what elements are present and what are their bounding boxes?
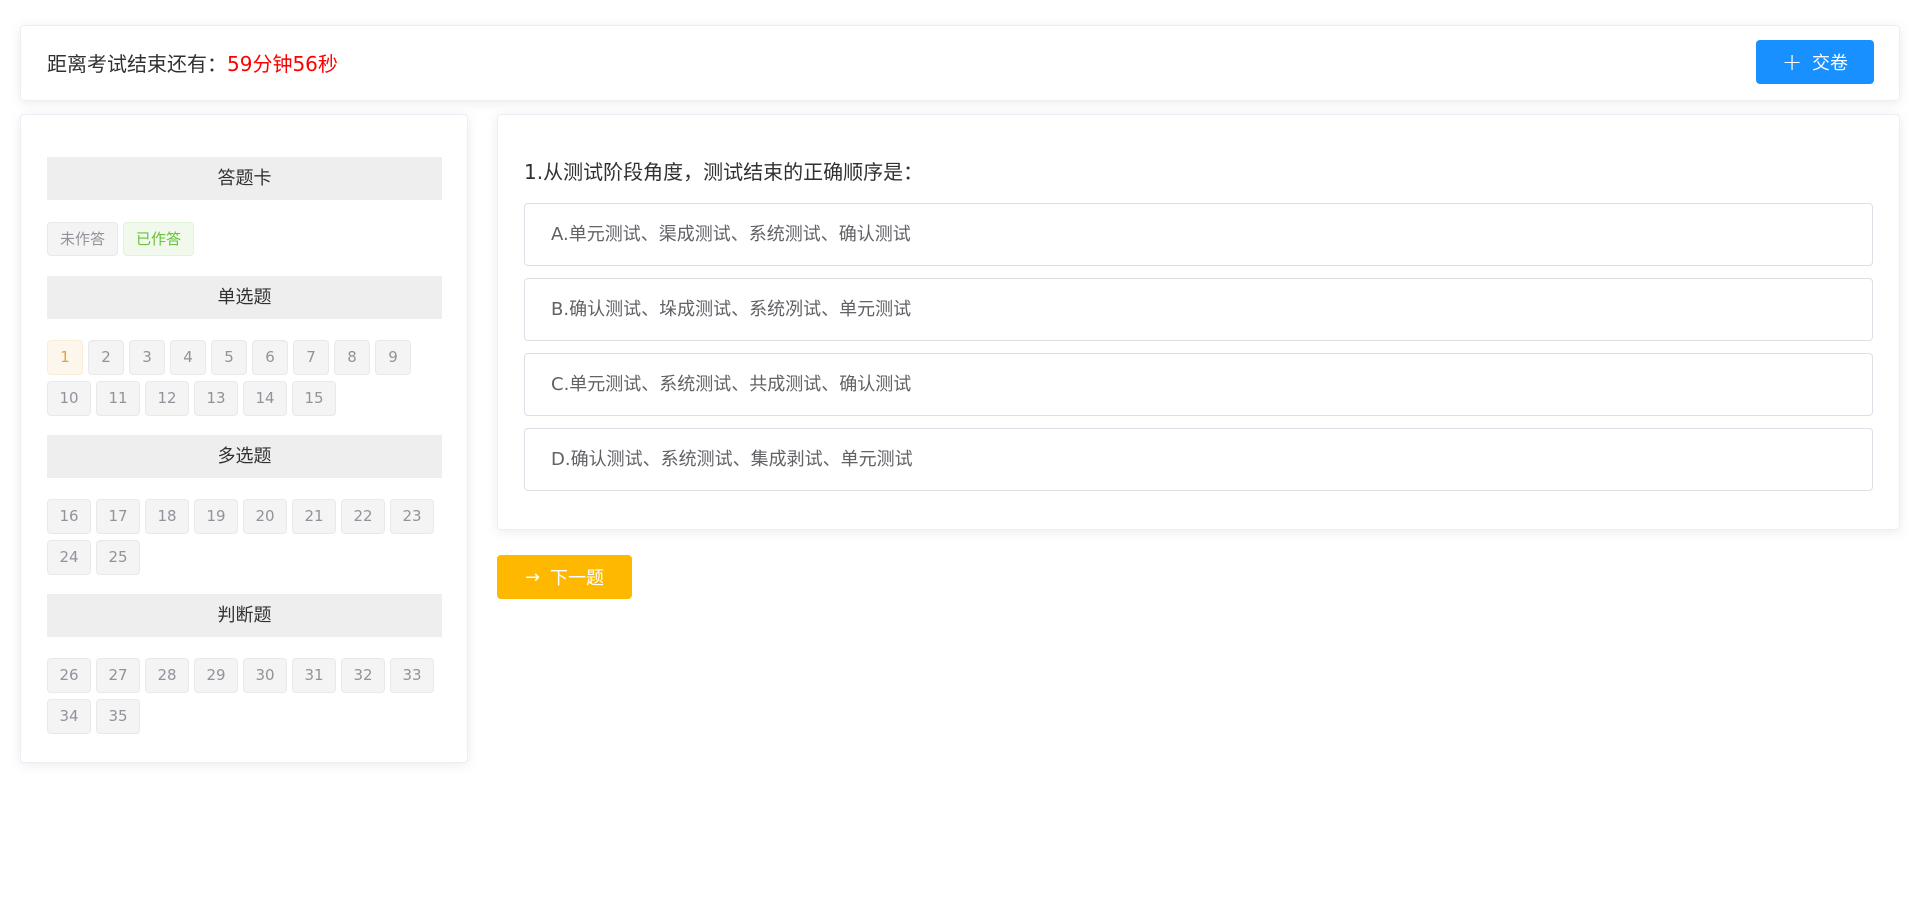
multiple-choice-title: 多选题: [47, 435, 442, 478]
question-number-button[interactable]: 23: [390, 499, 434, 534]
question-number-button[interactable]: 3: [129, 340, 165, 375]
question-text: 1.从测试阶段角度，测试结束的正确顺序是：: [524, 160, 924, 184]
arrow-right-icon: →: [524, 566, 541, 588]
question-number-button[interactable]: 24: [47, 540, 91, 575]
question-number-button[interactable]: 10: [47, 381, 91, 416]
submit-label: 交卷: [1812, 53, 1849, 74]
question-number-button[interactable]: 18: [145, 499, 189, 534]
question-number-button[interactable]: 17: [96, 499, 140, 534]
question-number-button[interactable]: 16: [47, 499, 91, 534]
legend-answered: 已作答: [123, 222, 195, 256]
judge-grid: 26 27 28 29 30 31 32 33 34 35: [47, 658, 442, 734]
exam-header: 距离考试结束还有：59分钟56秒 + 交卷: [20, 25, 1900, 101]
question-number-button[interactable]: 32: [341, 658, 385, 693]
question-number-button[interactable]: 28: [145, 658, 189, 693]
question-number-button[interactable]: 15: [292, 381, 336, 416]
question-number-button[interactable]: 7: [293, 340, 329, 375]
question-card: 1.从测试阶段角度，测试结束的正确顺序是： A.单元测试、渠成测试、系统测试、确…: [497, 114, 1900, 530]
option-b[interactable]: B.确认测试、垛成测试、系统冽试、单元测试: [524, 278, 1873, 341]
question-number-button[interactable]: 13: [194, 381, 238, 416]
question-number-button[interactable]: 30: [243, 658, 287, 693]
question-number-button[interactable]: 33: [390, 658, 434, 693]
question-number-button[interactable]: 26: [47, 658, 91, 693]
question-number-button[interactable]: 31: [292, 658, 336, 693]
question-number-button[interactable]: 19: [194, 499, 238, 534]
countdown-timer: 距离考试结束还有：59分钟56秒: [47, 26, 338, 102]
timer-value: 59分钟56秒: [227, 52, 338, 76]
question-number-button[interactable]: 27: [96, 658, 140, 693]
timer-label: 距离考试结束还有：: [47, 52, 227, 76]
question-number-button[interactable]: 1: [47, 340, 83, 375]
question-number-button[interactable]: 25: [96, 540, 140, 575]
question-number-button[interactable]: 9: [375, 340, 411, 375]
question-number-button[interactable]: 4: [170, 340, 206, 375]
answer-card: 答题卡 未作答 已作答 单选题 1 2 3 4 5 6 7 8 9 10 11 12 13 14 15 多选…: [20, 114, 468, 763]
question-number-button[interactable]: 6: [252, 340, 288, 375]
exam-page: 距离考试结束还有：59分钟56秒 + 交卷 答题卡 未作答 已作答 单选题 12…: [0, 0, 1915, 900]
next-question-button[interactable]: → 下一题: [497, 555, 632, 599]
question-number-button[interactable]: 2: [88, 340, 124, 375]
multiple-choice-grid: 16 17 18 19 20 21 22 23 24 25: [47, 499, 442, 575]
next-label: 下一题: [550, 568, 605, 589]
legend-unanswered: 未作答: [47, 222, 119, 256]
question-number-button[interactable]: 22: [341, 499, 385, 534]
question-number-button[interactable]: 12: [145, 381, 189, 416]
question-number-button[interactable]: 29: [194, 658, 238, 693]
question-number-button[interactable]: 21: [292, 499, 336, 534]
option-c[interactable]: C.单元测试、系统测试、共成测试、确认测试: [524, 353, 1873, 416]
question-number-button[interactable]: 14: [243, 381, 287, 416]
legend: 未作答 已作答: [47, 222, 195, 256]
question-number-button[interactable]: 8: [334, 340, 370, 375]
question-number-button[interactable]: 35: [96, 699, 140, 734]
judge-title: 判断题: [47, 594, 442, 637]
option-a[interactable]: A.单元测试、渠成测试、系统测试、确认测试: [524, 203, 1873, 266]
submit-exam-button[interactable]: + 交卷: [1756, 40, 1874, 84]
plus-icon: +: [1781, 48, 1803, 76]
question-number-button[interactable]: 20: [243, 499, 287, 534]
single-choice-title: 单选题: [47, 276, 442, 319]
option-d[interactable]: D.确认测试、系统测试、集成剥试、单元测试: [524, 428, 1873, 491]
question-number-button[interactable]: 34: [47, 699, 91, 734]
question-number-button[interactable]: 5: [211, 340, 247, 375]
question-number-button[interactable]: 11: [96, 381, 140, 416]
answer-card-title: 答题卡: [47, 157, 442, 200]
single-choice-grid: 1 2 3 4 5 6 7 8 9 10 11 12 13 14 15: [47, 340, 442, 416]
